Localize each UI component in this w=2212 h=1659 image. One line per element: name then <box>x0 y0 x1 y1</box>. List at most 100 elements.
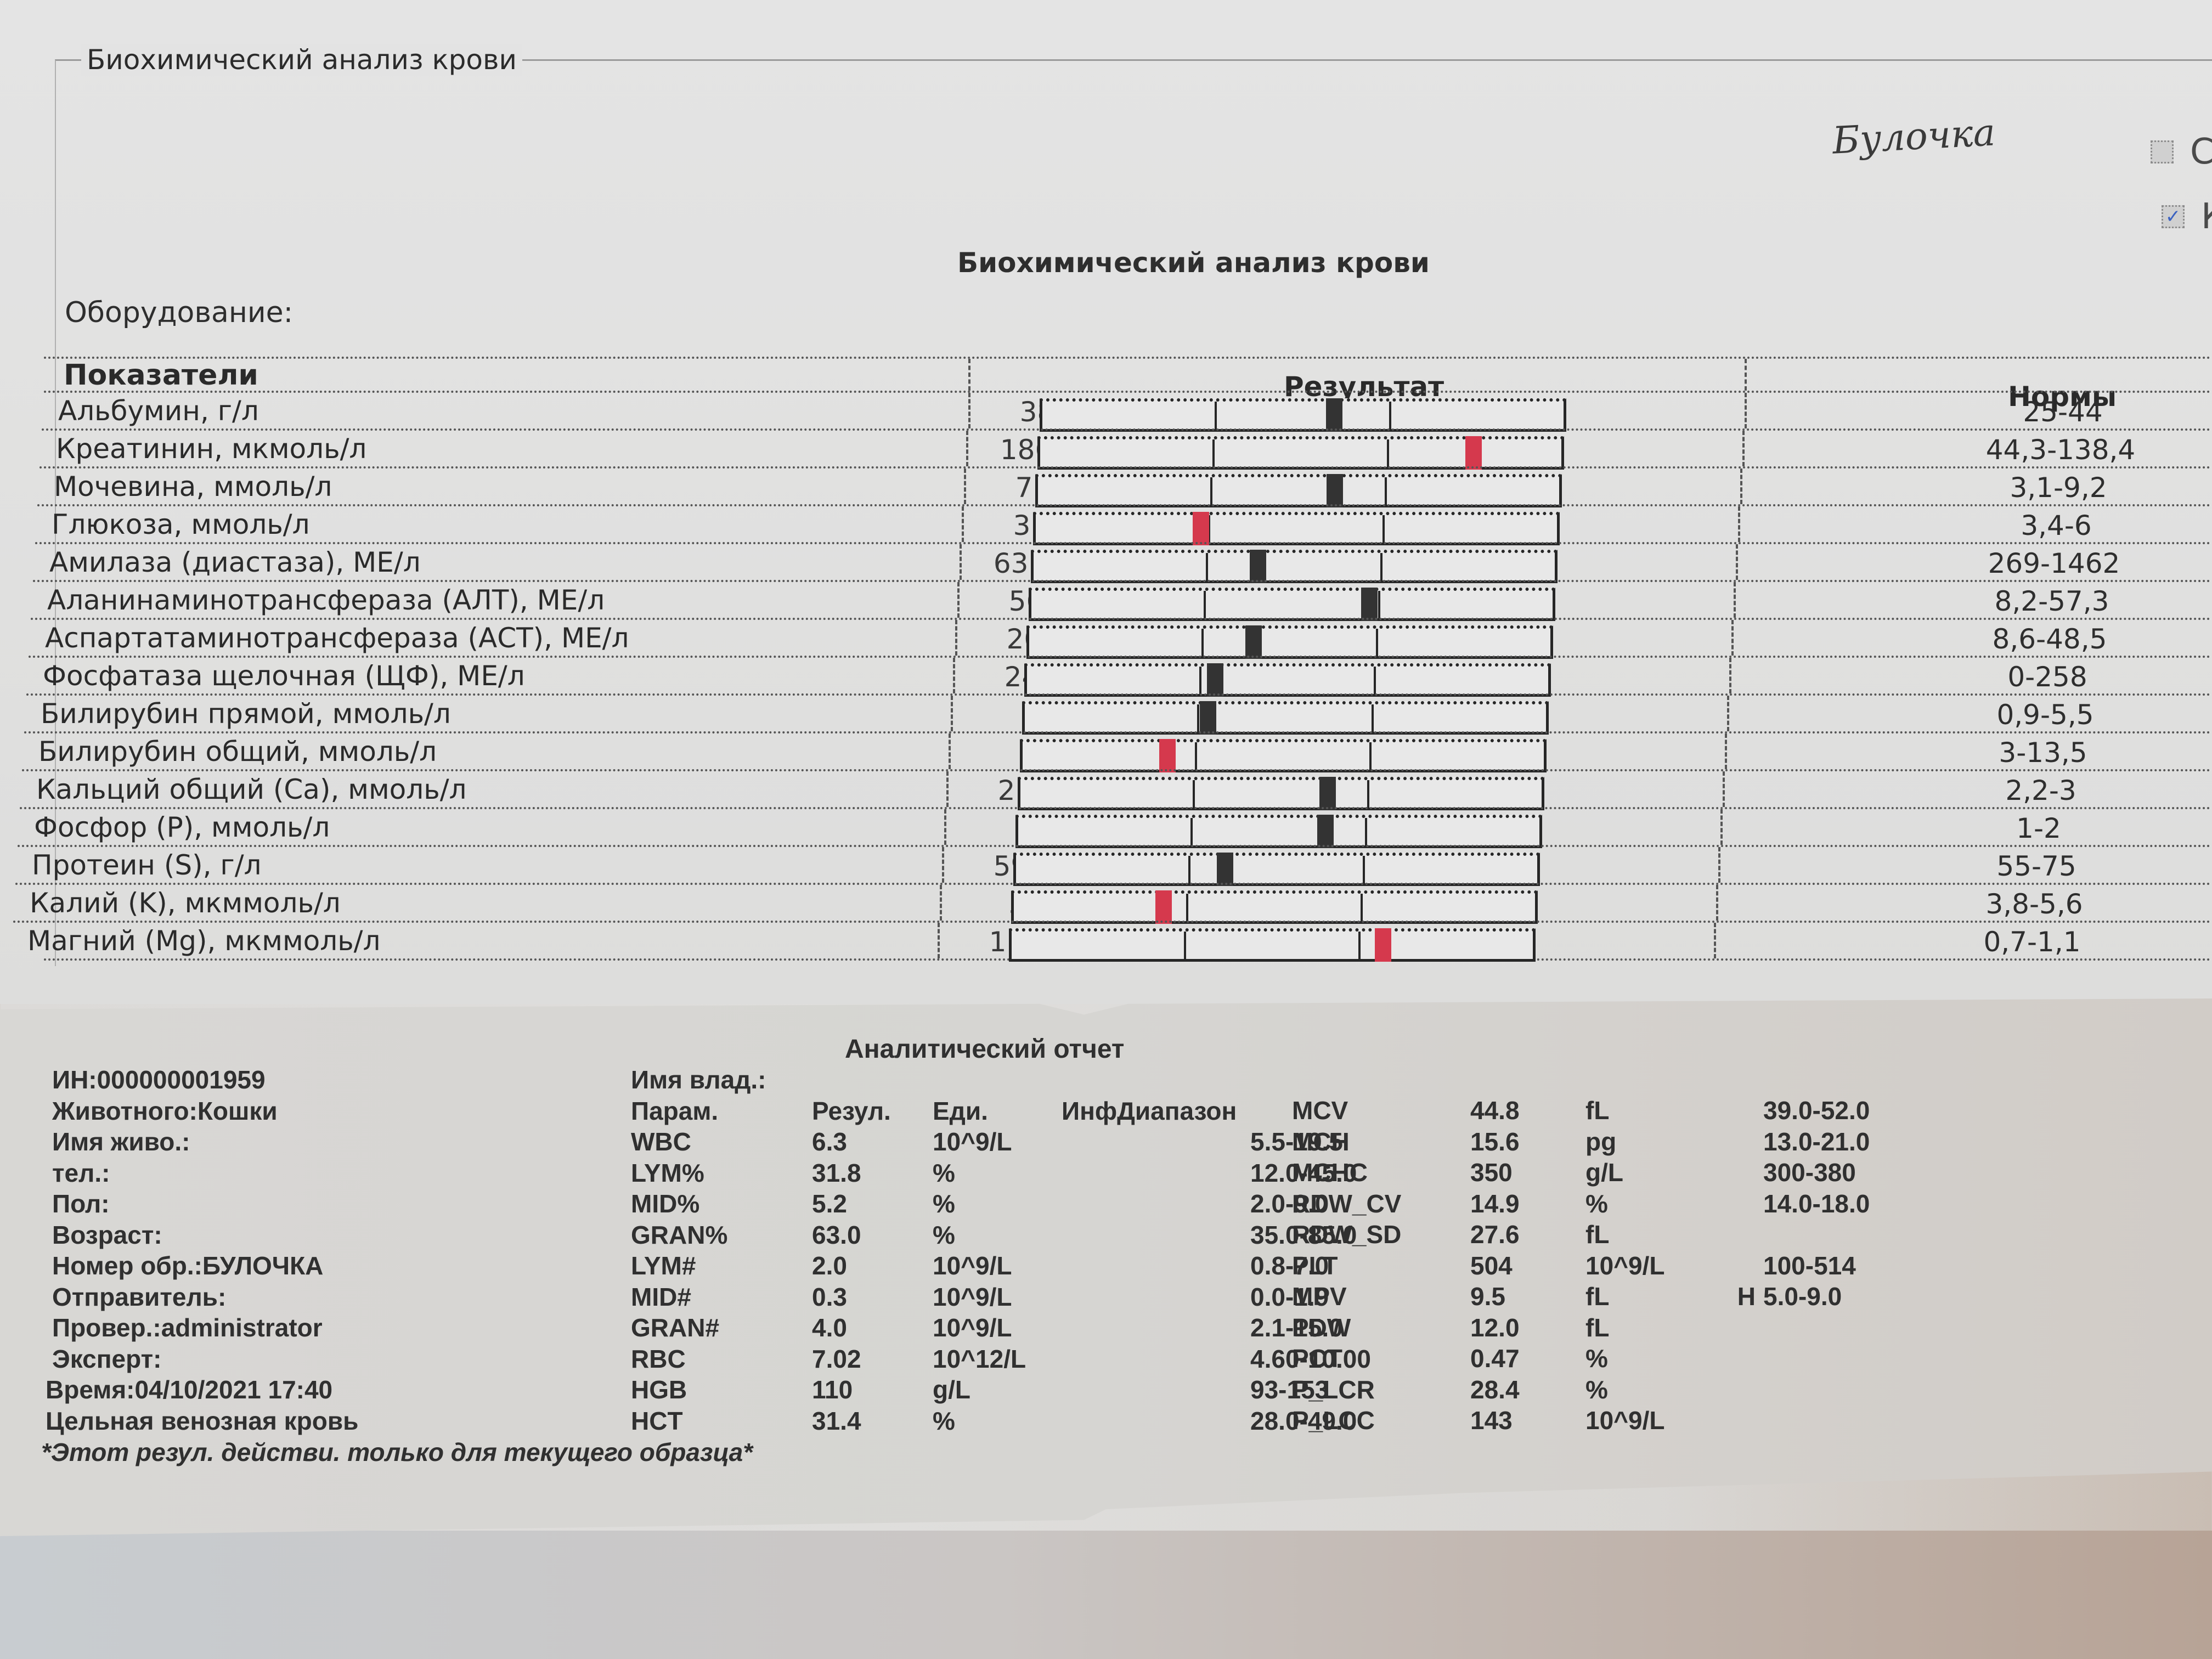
result-gauge <box>1031 550 1558 583</box>
indicator-name: Глюкоза, ммоль/л <box>52 509 310 540</box>
param-unit: % <box>933 1406 955 1435</box>
result-marker <box>1199 701 1216 735</box>
gauge-segment <box>1372 742 1544 770</box>
gauge-segment <box>1016 856 1190 883</box>
cbc-row: RDW_CV 14.9% 14.0-18.0 <box>1292 1188 1870 1220</box>
gauge-segment <box>1374 704 1546 732</box>
result-gauge <box>1035 474 1562 507</box>
norm-range: 8,6-48,5 <box>1992 623 2107 655</box>
column-divider <box>960 544 962 580</box>
result-marker <box>1216 853 1233 886</box>
param-flag <box>1706 1157 1763 1188</box>
biochemistry-form-sheet: Биохимический анализ крови Булочка Co ✓ … <box>0 0 2212 1004</box>
gauge-segment <box>1014 890 1188 924</box>
param-flag <box>1706 1219 1763 1250</box>
gauge-segment <box>1042 402 1217 429</box>
gauge-segment <box>1378 629 1550 656</box>
cbc-row: MCHC 350 g/L 300-380 <box>1292 1157 1870 1188</box>
param-name: LYM# <box>631 1251 696 1280</box>
param-result: 14.9 <box>1470 1189 1520 1218</box>
table-row: Аспартатаминотрансфераза (АСТ), МЕ/л20.6… <box>31 618 2212 659</box>
param-range: 13.0-21.0 <box>1763 1127 1870 1156</box>
param-unit: 10^9/L <box>933 1251 1012 1280</box>
footer-note: *Этот резул. действи. только для текущег… <box>41 1438 753 1466</box>
param-range: 39.0-52.0 <box>1763 1096 1870 1125</box>
result-gauge <box>1009 928 1536 962</box>
param-unit: % <box>1585 1189 1608 1218</box>
param-flag <box>1062 1220 1250 1251</box>
gauge-segment <box>1012 932 1186 959</box>
table-body: Альбумин, г/л38.125-44Креатинин, мкмоль/… <box>13 391 2212 962</box>
result-marker <box>1245 625 1262 659</box>
gauge-segment <box>1040 439 1215 467</box>
param-name: HCT <box>631 1406 683 1435</box>
param-flag <box>1062 1250 1250 1282</box>
cbc-row: P_LCR 28.4% <box>1292 1374 1870 1406</box>
indicator-name: Креатинин, мкмоль/л <box>56 433 367 465</box>
norm-range: 0,9-5,5 <box>1996 699 2094 731</box>
indicator-name: Билирубин общий, ммоль/л <box>38 736 437 768</box>
param-unit: g/L <box>933 1375 970 1404</box>
column-divider <box>1745 359 1747 391</box>
gauge-segment <box>1195 777 1369 810</box>
column-divider <box>1729 658 1731 693</box>
cbc-row: HGB 110 g/L 93-153 <box>631 1374 1371 1406</box>
table-header: Показатели Результат Нормы <box>44 357 2212 413</box>
norm-range: 3,1-9,2 <box>2010 472 2107 504</box>
result-gauge <box>1026 625 1553 659</box>
param-result: 350 <box>1470 1158 1513 1187</box>
param-name: PDW <box>1292 1313 1351 1342</box>
gauge-segment <box>1385 515 1557 543</box>
gauge-segment <box>1383 553 1555 580</box>
column-divider <box>946 771 949 807</box>
param-result: 0.3 <box>812 1282 847 1311</box>
meta-line: Возраст: <box>52 1220 162 1249</box>
gauge-segment <box>1020 780 1195 808</box>
gauge-segment <box>1363 894 1535 921</box>
param-result: 12.0 <box>1470 1313 1520 1342</box>
param-unit: fL <box>1585 1096 1610 1125</box>
owner-row: Имя влад.: <box>631 1064 1371 1096</box>
cbc-row: WBC 6.3 10^9/L 5.5-19.5 <box>631 1126 1371 1158</box>
column-divider <box>1736 544 1738 580</box>
cbc-row: RBC 7.02 10^12/L 4.60-10.00 <box>631 1344 1371 1375</box>
meta-line: Эксперт: <box>52 1344 162 1373</box>
param-name: MCHC <box>1292 1158 1368 1187</box>
gauge-segment <box>1034 553 1208 580</box>
cbc-row: PDW 12.0 fL <box>1292 1312 1870 1344</box>
norm-range: 269-1462 <box>1988 548 2120 579</box>
param-unit: % <box>1585 1344 1608 1373</box>
cbc-row: MCV 44.8 fL 39.0-52.0 <box>1292 1095 1870 1126</box>
param-unit: 10^9/L <box>933 1282 1012 1311</box>
gauge-segment <box>1206 588 1380 621</box>
param-range: 14.0-18.0 <box>1763 1189 1870 1218</box>
gauge-segment <box>1208 550 1383 583</box>
header-param: Парам. <box>631 1096 719 1125</box>
cbc-row: PLT 504 10^9/L 100-514 <box>1292 1250 1870 1282</box>
param-flag <box>1062 1374 1250 1406</box>
checkbox-unchecked-icon[interactable] <box>2151 140 2174 163</box>
norm-range: 3-13,5 <box>1999 737 2087 769</box>
result-marker <box>1155 890 1172 924</box>
param-unit: fL <box>1585 1282 1610 1311</box>
checkbox-co[interactable]: Co <box>2151 132 2212 172</box>
result-marker <box>1250 550 1267 583</box>
cbc-row: MCH 15.6 pg 13.0-21.0 <box>1292 1126 1870 1158</box>
analytic-report-title: Аналитический отчет <box>845 1035 1125 1064</box>
param-name: MPV <box>1292 1282 1347 1311</box>
param-result: 9.5 <box>1470 1282 1505 1311</box>
norm-range: 3,4-6 <box>2021 510 2092 541</box>
param-result: 28.4 <box>1470 1375 1520 1404</box>
column-divider <box>951 696 953 731</box>
checkbox-k[interactable]: ✓ К <box>2162 196 2212 237</box>
param-result: 27.6 <box>1470 1220 1520 1249</box>
column-divider <box>957 582 960 618</box>
result-gauge <box>1033 512 1560 545</box>
cbc-row: RDW_SD 27.6 fL <box>1292 1219 1870 1250</box>
cbc-row: LYM% 31.8% 12.0-45.0 <box>631 1158 1371 1189</box>
column-divider <box>1714 923 1716 958</box>
owner-label: Имя влад.: <box>631 1065 766 1094</box>
result-gauge <box>1024 663 1551 697</box>
checkmark-icon[interactable]: ✓ <box>2162 205 2185 228</box>
param-unit: 10^9/L <box>933 1127 1012 1156</box>
